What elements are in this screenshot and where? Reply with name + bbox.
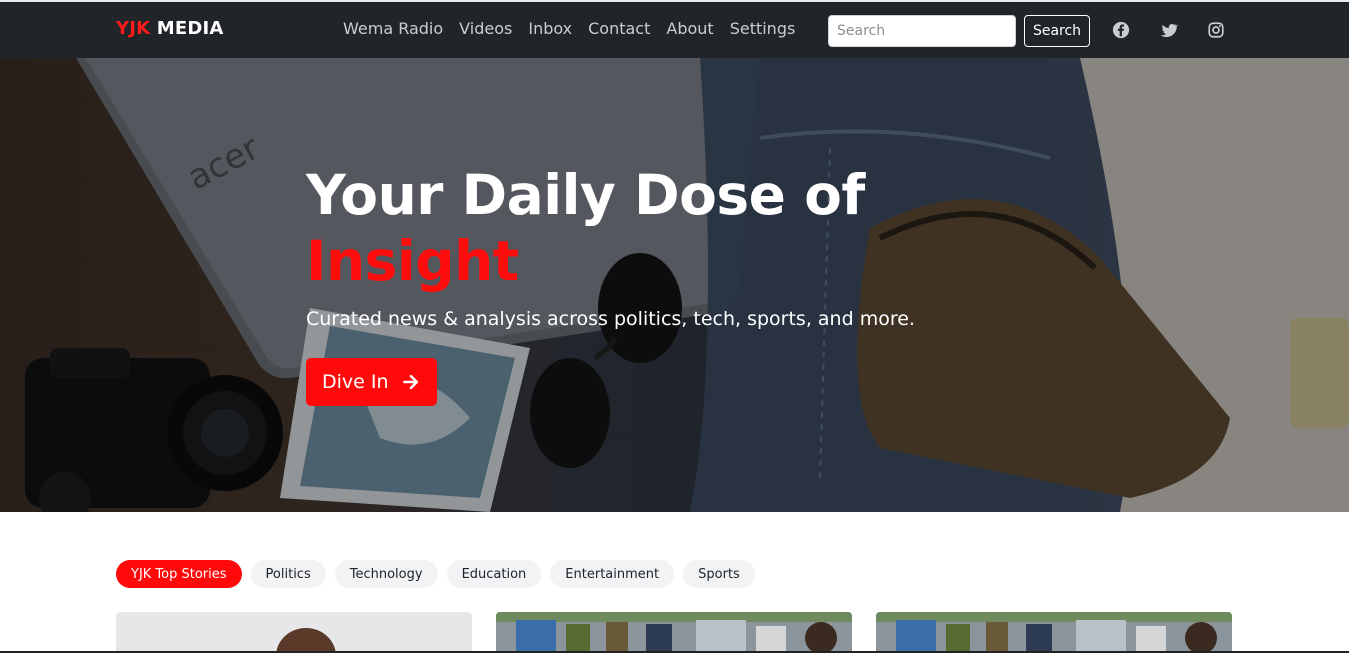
brand-logo[interactable]: YJK MEDIA xyxy=(116,18,224,39)
arrow-right-icon xyxy=(402,374,418,390)
search-input[interactable] xyxy=(828,15,1016,47)
hero-subtitle: Curated news & analysis across politics,… xyxy=(306,308,915,330)
nav-link-about[interactable]: About xyxy=(666,19,713,38)
category-pills: YJK Top Stories Politics Technology Educ… xyxy=(116,560,755,588)
category-sports[interactable]: Sports xyxy=(683,560,755,588)
category-education[interactable]: Education xyxy=(446,560,542,588)
news-card-thumbnail[interactable] xyxy=(876,612,1232,653)
twitter-icon[interactable] xyxy=(1160,21,1178,39)
brand-rest: MEDIA xyxy=(150,18,224,39)
search-button[interactable]: Search xyxy=(1024,15,1090,47)
hero-title-accent: Insight xyxy=(306,229,519,293)
page: YJK MEDIA Wema Radio Videos Inbox Contac… xyxy=(0,0,1349,653)
instagram-icon[interactable] xyxy=(1207,21,1225,39)
dive-in-button[interactable]: Dive In xyxy=(306,358,437,406)
hero-title: Your Daily Dose of Insight xyxy=(306,162,915,294)
facebook-icon[interactable] xyxy=(1112,21,1130,39)
nav-link-inbox[interactable]: Inbox xyxy=(528,19,572,38)
nav-link-videos[interactable]: Videos xyxy=(459,19,512,38)
nav-link-settings[interactable]: Settings xyxy=(730,19,796,38)
brand-accent: YJK xyxy=(116,18,151,39)
news-card-thumbnail[interactable] xyxy=(116,612,472,653)
nav-links: Wema Radio Videos Inbox Contact About Se… xyxy=(343,19,795,38)
hero-content: Your Daily Dose of Insight Curated news … xyxy=(306,162,915,406)
category-politics[interactable]: Politics xyxy=(250,560,326,588)
category-entertainment[interactable]: Entertainment xyxy=(550,560,675,588)
category-top-stories[interactable]: YJK Top Stories xyxy=(116,560,242,588)
dive-in-label: Dive In xyxy=(322,371,389,393)
news-card-thumbnail[interactable] xyxy=(496,612,852,653)
hero-title-line: Your Daily Dose of xyxy=(306,163,865,227)
nav-link-contact[interactable]: Contact xyxy=(588,19,650,38)
hero-banner: acer Your Daily Dose of Insight Curated … xyxy=(0,58,1349,512)
navbar: YJK MEDIA Wema Radio Videos Inbox Contac… xyxy=(0,0,1349,58)
category-technology[interactable]: Technology xyxy=(334,560,438,588)
nav-link-wema-radio[interactable]: Wema Radio xyxy=(343,19,443,38)
